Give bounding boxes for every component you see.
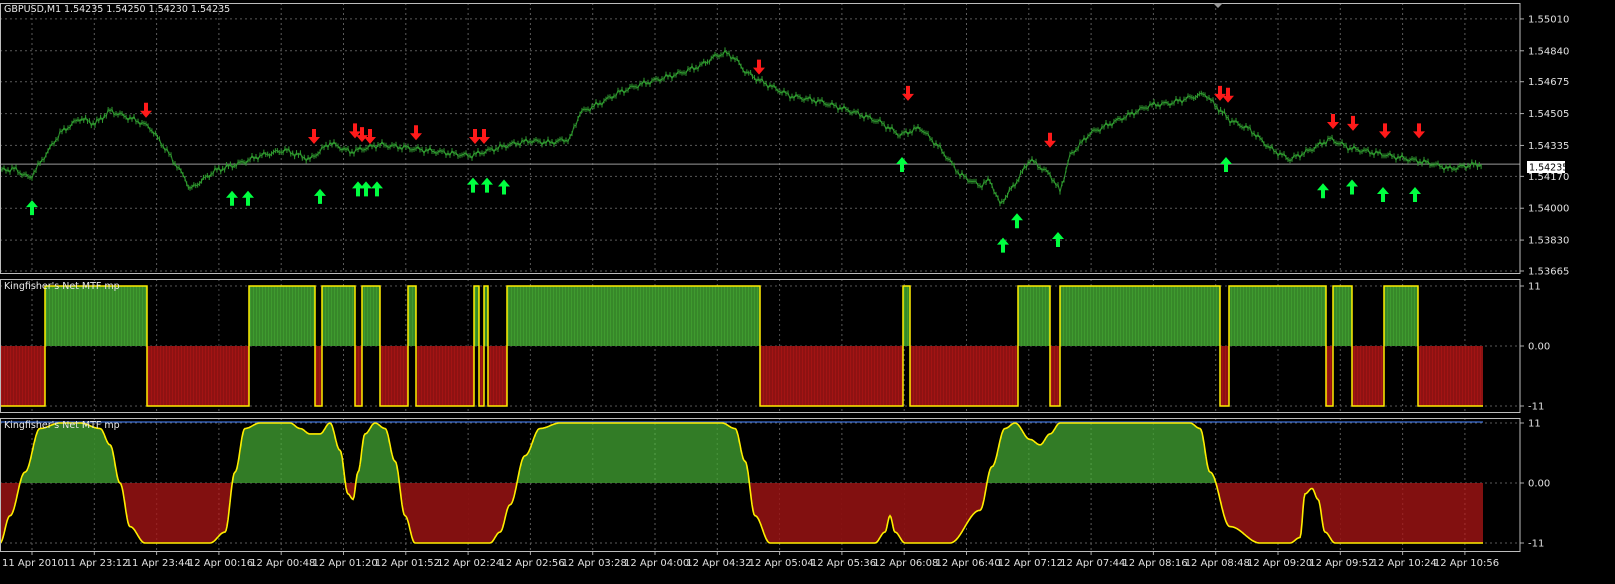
x-tick-label: 11 Apr 23:12 bbox=[63, 558, 128, 569]
x-tick-label: 12 Apr 01:52 bbox=[375, 558, 440, 569]
histogram-bar-positive bbox=[362, 286, 380, 346]
y-tick-label: 0.00 bbox=[1528, 479, 1550, 490]
y-tick-label: 11 bbox=[1528, 282, 1541, 293]
x-tick-label: 12 Apr 04:00 bbox=[624, 558, 689, 569]
x-tick-label: 12 Apr 03:28 bbox=[562, 558, 627, 569]
x-tick-label: 12 Apr 07:44 bbox=[1060, 558, 1125, 569]
price-y-axis: 1.55010 1.54840 1.54675 1.54505 1.54335 1.541… bbox=[1520, 14, 1569, 278]
current-price-label: 1.54235 bbox=[1529, 163, 1568, 174]
y-tick-label: 1.54335 bbox=[1528, 141, 1569, 152]
x-tick-label: 12 Apr 02:24 bbox=[437, 558, 502, 569]
x-tick-label: 12 Apr 09:20 bbox=[1247, 558, 1312, 569]
y-tick-label: 11 bbox=[1528, 419, 1541, 430]
histogram-bar-negative bbox=[355, 346, 362, 406]
x-tick-label: 12 Apr 08:48 bbox=[1185, 558, 1250, 569]
current-price-tag: 1.54235 bbox=[1527, 161, 1568, 174]
histogram-bar-positive bbox=[1333, 286, 1352, 346]
chart-canvas: GBPUSD,M1 1.54235 1.54250 1.54230 1.5423… bbox=[0, 0, 1615, 584]
y-tick-label: -11 bbox=[1528, 539, 1544, 550]
y-tick-label: 0.00 bbox=[1528, 342, 1550, 353]
histogram-bar-positive bbox=[408, 286, 416, 346]
indicator-1-title: Kingfisher's Net MTF mp bbox=[4, 281, 120, 292]
x-tick-label: 12 Apr 05:36 bbox=[811, 558, 876, 569]
symbol-label: GBPUSD,M1 bbox=[4, 4, 61, 15]
y-tick-label: 1.54000 bbox=[1528, 204, 1569, 215]
x-tick-label: 12 Apr 02:56 bbox=[499, 558, 564, 569]
y-tick-label: 1.53830 bbox=[1528, 236, 1569, 247]
y-tick-label: 1.54840 bbox=[1528, 46, 1569, 57]
histogram-bar-negative bbox=[0, 346, 45, 406]
x-tick-label: 12 Apr 04:32 bbox=[686, 558, 751, 569]
x-tick-label: 12 Apr 06:08 bbox=[873, 558, 938, 569]
x-tick-label: 12 Apr 07:12 bbox=[998, 558, 1063, 569]
y-tick-label: -11 bbox=[1528, 402, 1544, 413]
x-tick-label: 12 Apr 05:04 bbox=[749, 558, 814, 569]
y-tick-label: 1.55010 bbox=[1528, 14, 1569, 25]
indicator-2-title: Kingfisher's Net MTF mp bbox=[4, 420, 120, 431]
x-tick-label: 11 Apr 23:44 bbox=[126, 558, 191, 569]
x-tick-label: 12 Apr 00:16 bbox=[188, 558, 253, 569]
x-tick-label: 12 Apr 01:20 bbox=[313, 558, 378, 569]
x-tick-label: 12 Apr 08:16 bbox=[1122, 558, 1187, 569]
x-tick-label: 12 Apr 00:48 bbox=[250, 558, 315, 569]
x-tick-label: 12 Apr 06:40 bbox=[936, 558, 1001, 569]
x-tick-label: 11 Apr 2010 bbox=[2, 558, 64, 569]
x-tick-label: 12 Apr 10:24 bbox=[1372, 558, 1437, 569]
x-tick-label: 12 Apr 10:56 bbox=[1434, 558, 1499, 569]
y-tick-label: 1.54505 bbox=[1528, 109, 1569, 120]
y-tick-label: 1.54675 bbox=[1528, 77, 1569, 88]
ohlc-label: 1.54235 1.54250 1.54230 1.54235 bbox=[64, 4, 230, 15]
x-tick-label: 12 Apr 09:52 bbox=[1309, 558, 1374, 569]
y-tick-label: 1.53665 bbox=[1528, 267, 1569, 278]
y-tick-label: 1.54170 bbox=[1528, 172, 1569, 183]
